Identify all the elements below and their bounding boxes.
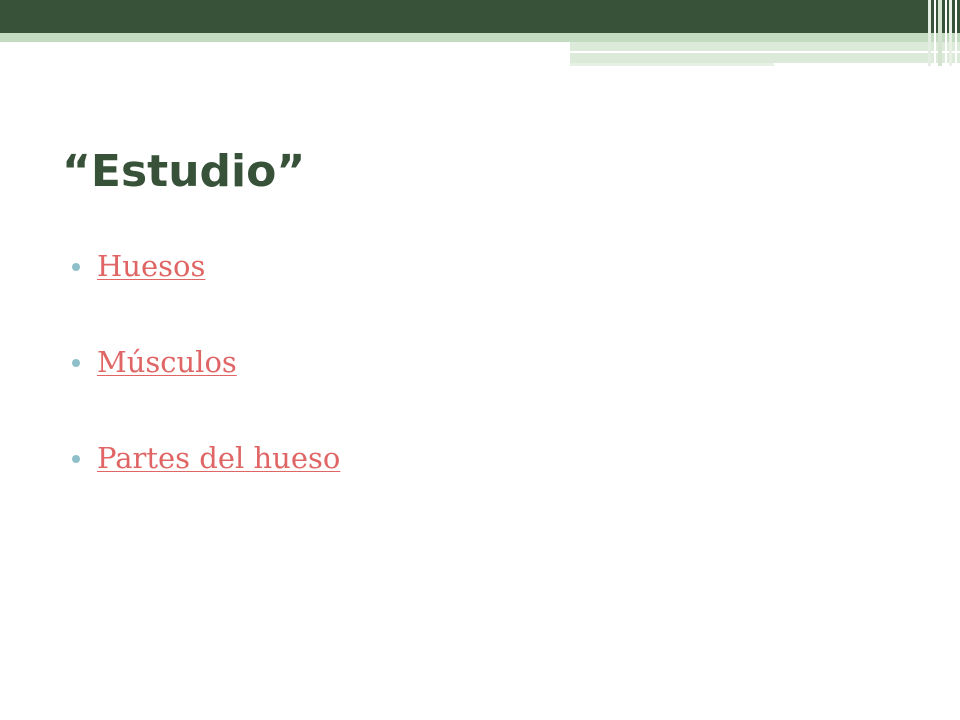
link-musculos[interactable]: Músculos: [97, 342, 237, 382]
header-stripe: [949, 0, 952, 66]
header-band: [0, 0, 960, 33]
link-huesos[interactable]: Huesos: [97, 246, 205, 286]
slide: “Estudio” Huesos Músculos Partes del hue…: [0, 0, 960, 720]
header-stripe: [945, 0, 947, 66]
header-band-accent-short: [570, 63, 774, 66]
header-band-accent: [0, 33, 960, 42]
header-stripe: [938, 0, 942, 66]
header-stripe: [955, 0, 957, 66]
header-band-accent-light: [570, 42, 960, 51]
header-band-accent-light-lower: [570, 53, 960, 63]
bullet-icon: [72, 359, 80, 367]
bullet-icon: [72, 455, 80, 463]
slide-title: “Estudio”: [62, 146, 306, 197]
link-partes-del-hueso[interactable]: Partes del hueso: [97, 438, 340, 478]
header-stripe: [934, 0, 936, 66]
header-stripe: [928, 0, 931, 66]
bullet-icon: [72, 263, 80, 271]
